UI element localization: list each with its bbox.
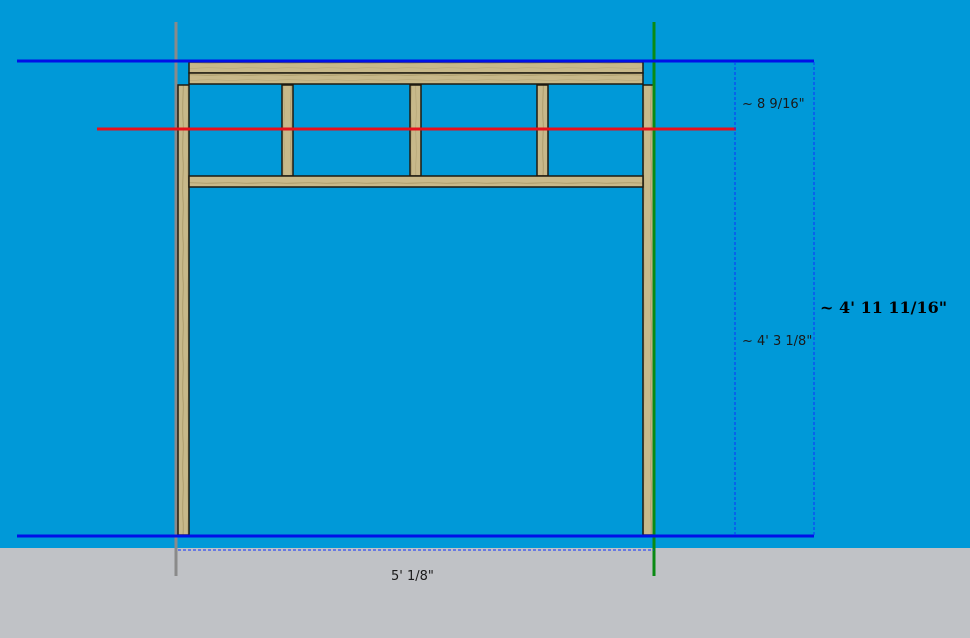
header-beam — [188, 175, 644, 188]
total-height-label: ~ 4' 11 11/16" — [820, 298, 948, 317]
left-stud — [177, 84, 190, 536]
ground — [0, 548, 970, 638]
right-stud — [642, 84, 655, 536]
total-width-label: 5' 1/8" — [391, 569, 434, 584]
header-height-label: ~ 8 9/16" — [742, 97, 805, 112]
opening-height-label: ~ 4' 3 1/8" — [742, 334, 813, 349]
framing-scene — [0, 0, 970, 638]
top-plate-lower — [188, 72, 644, 85]
top-plate-upper — [188, 61, 644, 74]
